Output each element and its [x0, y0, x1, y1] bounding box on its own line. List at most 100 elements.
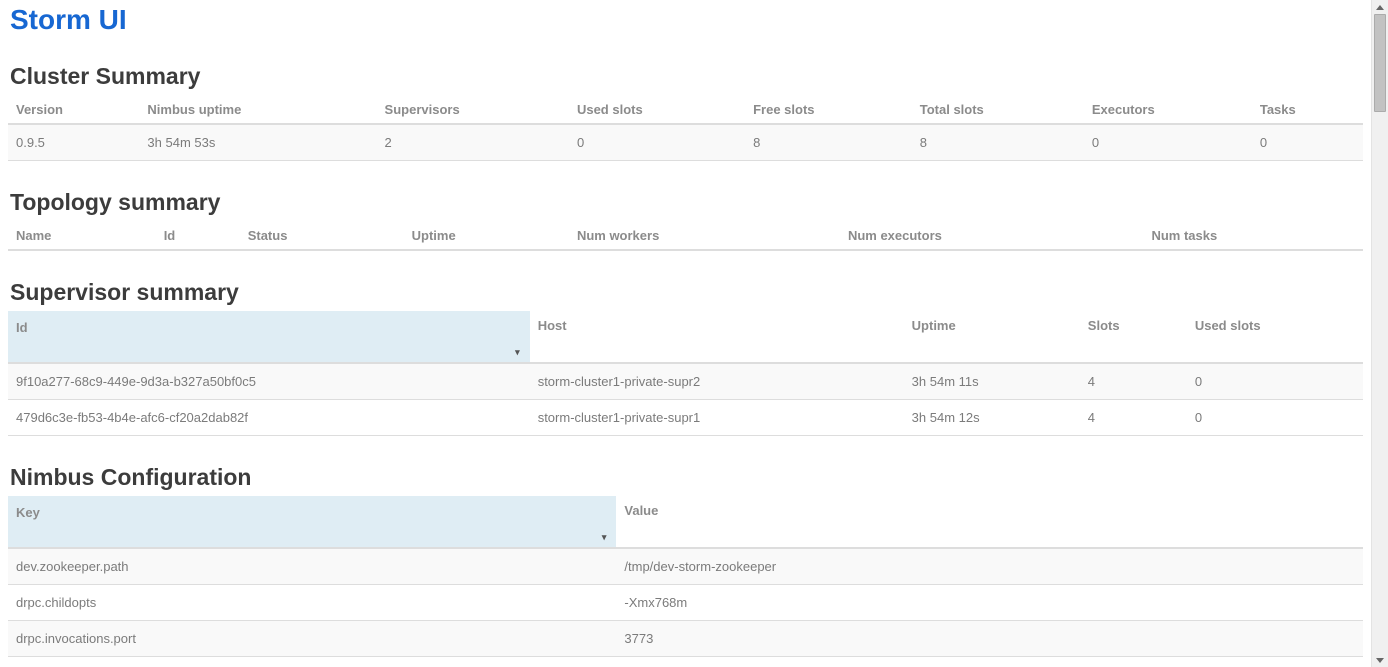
- cluster-summary-heading: Cluster Summary: [10, 64, 1363, 89]
- table-row: drpc.port3772: [8, 657, 1363, 667]
- column-header-used-slots[interactable]: Used slots: [569, 95, 745, 124]
- scrollbar-down-arrow-button[interactable]: [1372, 653, 1388, 667]
- table-cell: 0.9.5: [8, 124, 139, 161]
- column-header-label: Uptime: [412, 228, 456, 243]
- table-cell: 9f10a277-68c9-449e-9d3a-b327a50bf0c5: [8, 363, 530, 400]
- nimbus-configuration-table: Key ▾ Value dev.zookeeper.path/tmp/dev-stor…: [8, 496, 1363, 667]
- column-header-label: Nimbus uptime: [147, 102, 241, 117]
- table-row: dev.zookeeper.path/tmp/dev-storm-zookeep…: [8, 548, 1363, 585]
- supervisor-summary-table: Id ▾ Host Uptime Slots Used slots 9f10a277-68c…: [8, 311, 1363, 436]
- table-cell: 3h 54m 53s: [139, 124, 376, 161]
- table-cell: drpc.port: [8, 657, 616, 667]
- scrollbar-thumb[interactable]: [1374, 14, 1386, 112]
- table-cell: 3772: [616, 657, 1363, 667]
- supervisor-summary-heading: Supervisor summary: [10, 280, 1363, 305]
- column-header-num-executors[interactable]: Num executors: [840, 221, 1144, 250]
- storm-ui-title-link[interactable]: Storm UI: [10, 4, 127, 35]
- column-header-label: Num tasks: [1151, 228, 1217, 243]
- vertical-scrollbar[interactable]: [1371, 0, 1388, 667]
- column-header-label: Id: [164, 228, 176, 243]
- table-row: drpc.invocations.port3773: [8, 621, 1363, 657]
- table-cell: 2: [377, 124, 569, 161]
- section-topology-summary: Topology summary Name Id Status Uptime Num w…: [8, 190, 1363, 251]
- table-cell: drpc.childopts: [8, 585, 616, 621]
- column-header-num-tasks[interactable]: Num tasks: [1143, 221, 1363, 250]
- column-header-id[interactable]: Id: [156, 221, 240, 250]
- page-title: Storm UI: [10, 5, 1363, 35]
- column-header-key[interactable]: Key ▾: [8, 496, 616, 548]
- table-cell: 8: [745, 124, 912, 161]
- column-header-label: Tasks: [1260, 102, 1296, 117]
- table-cell: drpc.invocations.port: [8, 621, 616, 657]
- column-header-total-slots[interactable]: Total slots: [912, 95, 1084, 124]
- table-cell: 4: [1080, 363, 1187, 400]
- column-header-free-slots[interactable]: Free slots: [745, 95, 912, 124]
- scrollbar-up-arrow-button[interactable]: [1372, 0, 1388, 14]
- table-cell: storm-cluster1-private-supr1: [530, 400, 904, 436]
- column-header-label: Status: [248, 228, 288, 243]
- table-cell: -Xmx768m: [616, 585, 1363, 621]
- table-cell: 0: [569, 124, 745, 161]
- header-row: Key ▾ Value: [8, 496, 1363, 548]
- table-cell: 4: [1080, 400, 1187, 436]
- column-header-label: Num workers: [577, 228, 659, 243]
- scroll-down-icon: [1376, 658, 1384, 663]
- table-row: drpc.childopts-Xmx768m: [8, 585, 1363, 621]
- column-header-version[interactable]: Version: [8, 95, 139, 124]
- column-header-id[interactable]: Id ▾: [8, 311, 530, 363]
- header-row: Version Nimbus uptime Supervisors Used slot…: [8, 95, 1363, 124]
- column-header-name[interactable]: Name: [8, 221, 156, 250]
- table-cell: 0: [1187, 400, 1363, 436]
- column-header-label: Key: [16, 505, 40, 520]
- nimbus-configuration-heading: Nimbus Configuration: [10, 465, 1363, 490]
- column-header-label: Total slots: [920, 102, 984, 117]
- column-header-nimbus-uptime[interactable]: Nimbus uptime: [139, 95, 376, 124]
- sort-desc-icon: ▾: [602, 533, 607, 542]
- storm-ui-page: Storm UI Cluster Summary Version Nimbus u…: [0, 0, 1371, 667]
- table-cell: 479d6c3e-fb53-4b4e-afc6-cf20a2dab82f: [8, 400, 530, 436]
- column-header-label: Uptime: [912, 318, 956, 333]
- column-header-tasks[interactable]: Tasks: [1252, 95, 1363, 124]
- column-header-label: Supervisors: [385, 102, 460, 117]
- column-header-host[interactable]: Host: [530, 311, 904, 363]
- column-header-label: Host: [538, 318, 567, 333]
- column-header-status[interactable]: Status: [240, 221, 404, 250]
- table-cell: 3h 54m 11s: [904, 363, 1080, 400]
- column-header-num-workers[interactable]: Num workers: [569, 221, 840, 250]
- column-header-value[interactable]: Value: [616, 496, 1363, 548]
- topology-summary-table: Name Id Status Uptime Num workers Num executo…: [8, 221, 1363, 251]
- table-cell: /tmp/dev-storm-zookeeper: [616, 548, 1363, 585]
- cluster-summary-table: Version Nimbus uptime Supervisors Used slot…: [8, 95, 1363, 161]
- column-header-label: Value: [624, 503, 658, 518]
- sort-desc-icon: ▾: [515, 348, 520, 357]
- column-header-label: Used slots: [1195, 318, 1261, 333]
- column-header-label: Name: [16, 228, 51, 243]
- table-cell: 0: [1187, 363, 1363, 400]
- section-cluster-summary: Cluster Summary Version Nimbus uptime Supe…: [8, 64, 1363, 161]
- column-header-uptime[interactable]: Uptime: [404, 221, 569, 250]
- column-header-supervisors[interactable]: Supervisors: [377, 95, 569, 124]
- table-cell: 0: [1084, 124, 1252, 161]
- section-nimbus-configuration: Nimbus Configuration Key ▾ Value dev.zookee…: [8, 465, 1363, 667]
- column-header-label: Id: [16, 320, 28, 335]
- column-header-label: Num executors: [848, 228, 942, 243]
- column-header-slots[interactable]: Slots: [1080, 311, 1187, 363]
- column-header-uptime[interactable]: Uptime: [904, 311, 1080, 363]
- column-header-label: Slots: [1088, 318, 1120, 333]
- table-row: 9f10a277-68c9-449e-9d3a-b327a50bf0c5stor…: [8, 363, 1363, 400]
- table-cell: 3773: [616, 621, 1363, 657]
- column-header-executors[interactable]: Executors: [1084, 95, 1252, 124]
- topology-summary-heading: Topology summary: [10, 190, 1363, 215]
- table-cell: 0: [1252, 124, 1363, 161]
- column-header-label: Free slots: [753, 102, 814, 117]
- column-header-label: Version: [16, 102, 63, 117]
- table-cell: 3h 54m 12s: [904, 400, 1080, 436]
- table-cell: storm-cluster1-private-supr2: [530, 363, 904, 400]
- column-header-label: Executors: [1092, 102, 1155, 117]
- header-row: Name Id Status Uptime Num workers Num executo…: [8, 221, 1363, 250]
- column-header-label: Used slots: [577, 102, 643, 117]
- header-row: Id ▾ Host Uptime Slots Used slots: [8, 311, 1363, 363]
- scroll-up-icon: [1376, 5, 1384, 10]
- table-row: 479d6c3e-fb53-4b4e-afc6-cf20a2dab82fstor…: [8, 400, 1363, 436]
- column-header-used-slots[interactable]: Used slots: [1187, 311, 1363, 363]
